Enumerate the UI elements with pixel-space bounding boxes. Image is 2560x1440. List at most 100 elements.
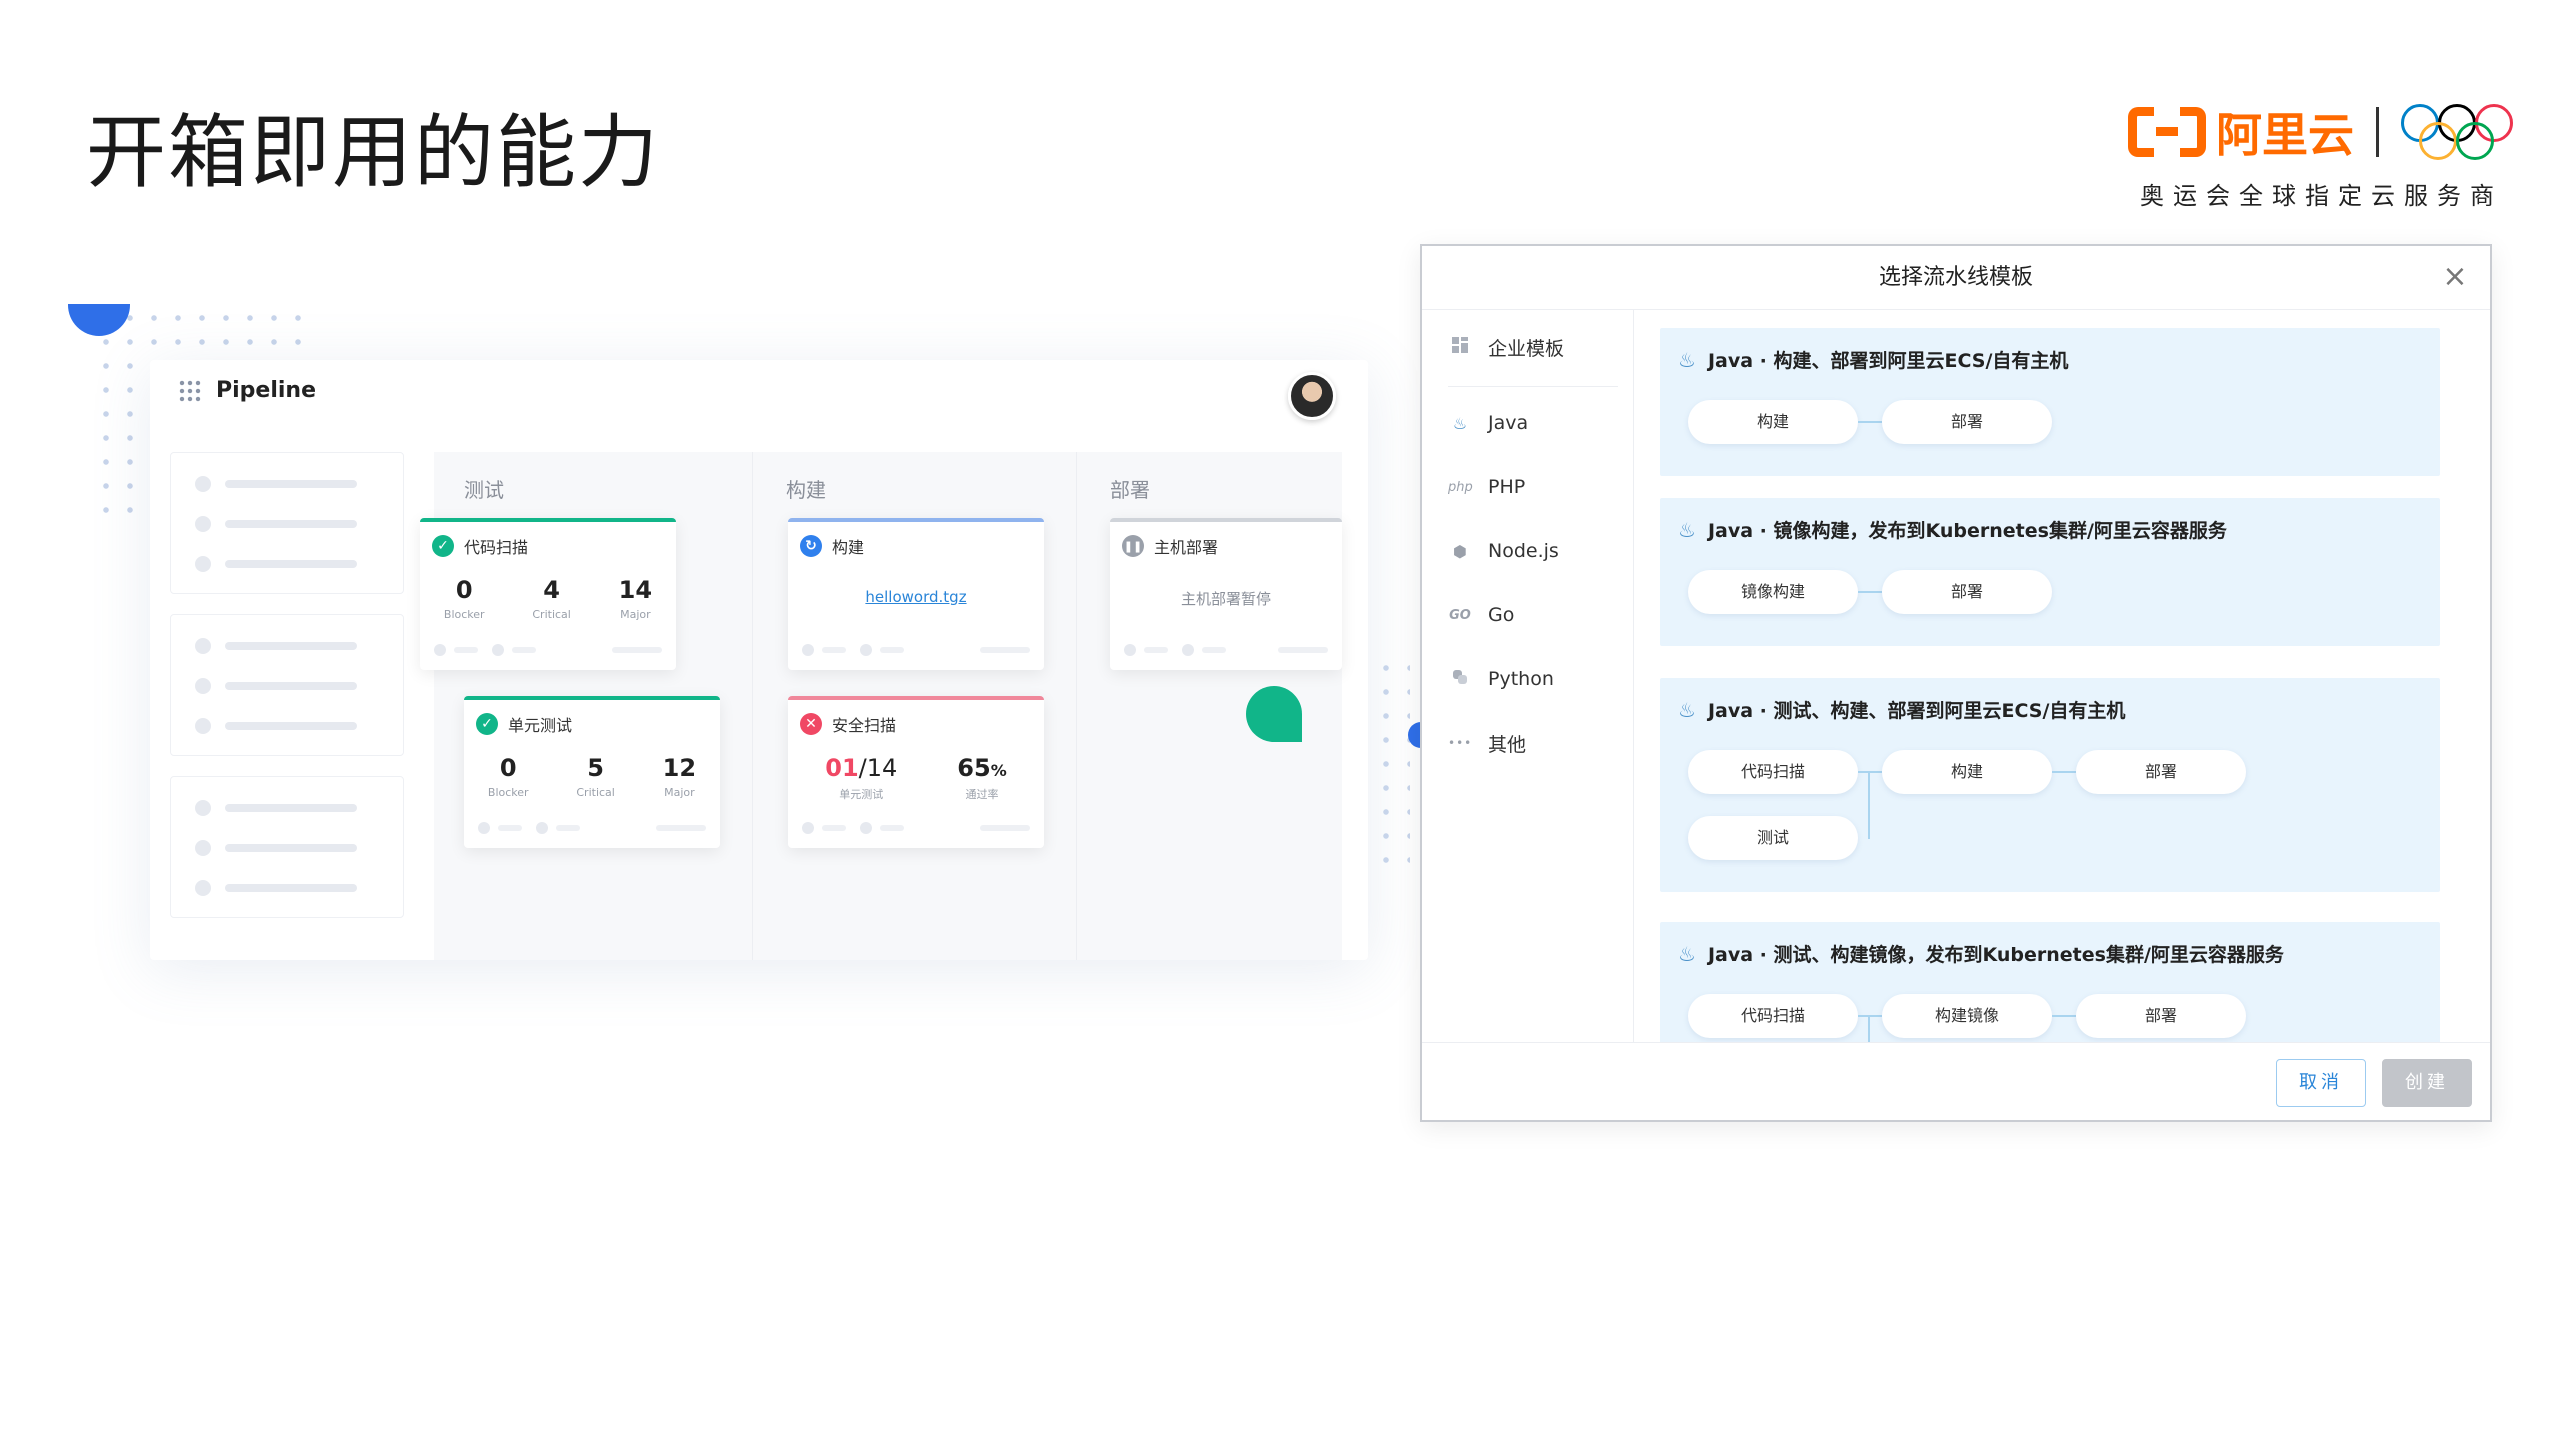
cancel-button[interactable]: 取消 — [2276, 1059, 2366, 1107]
metric-label: 通过率 — [965, 788, 999, 801]
sidebar-item-php[interactable]: php PHP — [1448, 472, 1525, 502]
template-title: Java · 镜像构建，发布到Kubernetes集群/阿里云容器服务 — [1707, 520, 2227, 542]
template-node: 部署 — [2076, 750, 2246, 794]
job-name: 单元测试 — [508, 716, 573, 735]
template-category-sidebar: 企业模板 ♨ Java php PHP ⬢ Node.js GO Go Pyth… — [1422, 310, 1634, 1042]
sidebar-item-python[interactable]: Python — [1448, 664, 1554, 694]
aliyun-logo-icon — [2128, 107, 2206, 157]
pass-unit: % — [990, 761, 1007, 780]
sidebar-item-label: Python — [1488, 668, 1554, 690]
template-card[interactable]: ♨ Java · 测试、构建镜像，发布到Kubernetes集群/阿里云容器服务 … — [1660, 922, 2440, 1042]
sidebar-item-other[interactable]: ••• 其他 — [1448, 728, 1526, 758]
template-card[interactable]: ♨ Java · 镜像构建，发布到Kubernetes集群/阿里云容器服务 镜像构… — [1660, 498, 2440, 646]
template-title: Java · 构建、部署到阿里云ECS/自有主机 — [1707, 350, 2069, 372]
sidebar-item-enterprise[interactable]: 企业模板 — [1448, 332, 1564, 362]
job-card-host-deploy[interactable]: ❚❚ 主机部署 主机部署暂停 — [1110, 518, 1342, 670]
close-icon[interactable]: × — [2442, 262, 2468, 292]
template-node: 构建 — [1882, 750, 2052, 794]
metric-label: Major — [664, 786, 695, 799]
template-card[interactable]: ♨ Java · 构建、部署到阿里云ECS/自有主机 构建 部署 — [1660, 328, 2440, 476]
metric-value: 5 — [587, 754, 604, 782]
nodejs-icon: ⬢ — [1453, 541, 1467, 561]
java-icon: ♨ — [1678, 517, 1696, 542]
java-icon: ♨ — [1678, 347, 1696, 372]
go-icon: GO — [1449, 607, 1471, 623]
success-check-icon: ✓ — [476, 713, 498, 735]
sidebar-item-nodejs[interactable]: ⬢ Node.js — [1448, 536, 1559, 566]
job-name: 主机部署 — [1154, 538, 1219, 557]
pass-rate: 65 — [957, 754, 991, 782]
sidebar-item-label: PHP — [1488, 476, 1526, 498]
sidebar-item-label: 其他 — [1488, 733, 1527, 756]
brand-name: 阿里云 — [2216, 108, 2354, 162]
skeleton-card — [170, 452, 404, 594]
template-node: 镜像构建 — [1688, 570, 1858, 614]
artifact-link[interactable]: helloword.tgz — [788, 588, 1044, 606]
node-connector — [1868, 1015, 1870, 1042]
job-card-unit-test[interactable]: ✓ 单元测试 0 Blocker 5 Critical 12 Major — [464, 696, 720, 848]
metric-label: Major — [620, 608, 651, 621]
dialog-title: 选择流水线模板 — [1422, 246, 2490, 310]
job-name: 安全扫描 — [832, 716, 897, 735]
brand-logo: 阿里云 — [2128, 104, 2513, 162]
node-connector — [1858, 771, 1882, 773]
stage-divider — [1076, 452, 1077, 960]
metric-value: 14 — [618, 576, 653, 604]
fail-count: 01 — [825, 754, 859, 782]
more-icon: ••• — [1448, 736, 1473, 750]
job-name: 代码扫描 — [464, 538, 529, 557]
job-name: 构建 — [832, 538, 865, 557]
template-node: 部署 — [1882, 400, 2052, 444]
template-node: 构建 — [1688, 400, 1858, 444]
template-node: 代码扫描 — [1688, 750, 1858, 794]
sidebar-item-go[interactable]: GO Go — [1448, 600, 1514, 630]
job-card-security-scan[interactable]: ✕ 安全扫描 01/14 单元测试 65% 通过率 — [788, 696, 1044, 848]
node-connector — [2052, 771, 2076, 773]
decorative-dots — [1374, 656, 1410, 876]
dialog-footer: 取消 创建 — [1422, 1042, 2490, 1120]
template-node: 部署 — [1882, 570, 2052, 614]
apps-grid-icon[interactable] — [178, 378, 202, 403]
sidebar-item-label: Java — [1488, 412, 1529, 434]
node-connector — [2052, 1015, 2076, 1017]
grid-icon — [1448, 336, 1472, 358]
java-icon: ♨ — [1678, 941, 1696, 966]
metric-value: 4 — [543, 576, 560, 604]
metric-label: Critical — [532, 608, 571, 621]
node-connector — [1858, 591, 1882, 593]
metric-value: 0 — [455, 576, 473, 604]
sidebar-item-java[interactable]: ♨ Java — [1448, 408, 1528, 438]
stage-label-build: 构建 — [786, 478, 826, 502]
template-node: 构建镜像 — [1882, 994, 2052, 1038]
skeleton-card — [170, 776, 404, 918]
sidebar-item-label: Node.js — [1488, 540, 1559, 562]
failure-x-icon: ✕ — [800, 713, 822, 735]
running-icon: ↻ — [800, 535, 822, 557]
avatar[interactable] — [1288, 372, 1336, 420]
slide-title: 开箱即用的能力 — [86, 106, 660, 199]
node-connector — [1858, 1015, 1882, 1017]
python-icon — [1448, 668, 1472, 690]
pause-icon: ❚❚ — [1122, 535, 1144, 557]
total-count: /14 — [858, 754, 898, 782]
node-connector — [1868, 771, 1870, 839]
java-icon: ♨ — [1678, 697, 1696, 722]
pipeline-header: Pipeline — [178, 378, 316, 403]
template-node: 代码扫描 — [1688, 994, 1858, 1038]
pipeline-title: Pipeline — [216, 378, 316, 403]
sidebar-item-label: Go — [1488, 604, 1515, 626]
php-icon: php — [1448, 479, 1473, 495]
template-title: Java · 测试、构建、部署到阿里云ECS/自有主机 — [1707, 700, 2126, 722]
brand-divider — [2376, 107, 2379, 157]
stage-label-deploy: 部署 — [1110, 478, 1150, 502]
metric-label: Critical — [576, 786, 615, 799]
brand-subtitle: 奥运会全球指定云服务商 — [2140, 182, 2503, 210]
stage-divider — [752, 452, 753, 960]
job-card-build[interactable]: ↻ 构建 helloword.tgz — [788, 518, 1044, 670]
template-card[interactable]: ♨ Java · 测试、构建、部署到阿里云ECS/自有主机 代码扫描 构建 部署 … — [1660, 678, 2440, 892]
sidebar-item-label: 企业模板 — [1488, 337, 1565, 360]
template-node: 测试 — [1688, 816, 1858, 860]
create-button[interactable]: 创建 — [2382, 1059, 2472, 1107]
success-check-icon: ✓ — [432, 535, 454, 557]
job-card-code-scan[interactable]: ✓ 代码扫描 0 Blocker 4 Critical 14 Major — [420, 518, 676, 670]
